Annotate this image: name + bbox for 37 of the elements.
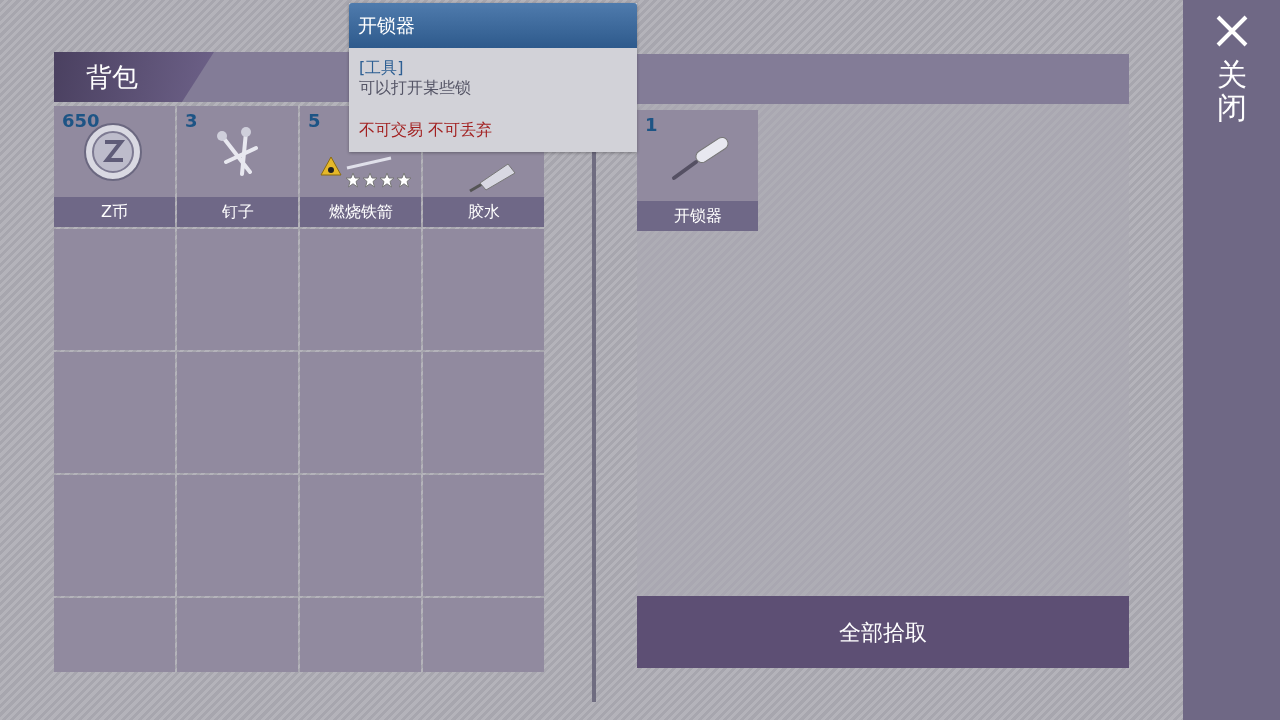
item-category: [工具] bbox=[359, 57, 405, 78]
empty-slot[interactable] bbox=[177, 475, 298, 596]
item-name: 燃烧铁箭 bbox=[300, 197, 421, 227]
empty-slot[interactable] bbox=[423, 229, 544, 350]
close-icon[interactable] bbox=[1214, 14, 1249, 48]
empty-slot[interactable] bbox=[54, 475, 175, 596]
empty-slot[interactable] bbox=[423, 475, 544, 596]
empty-slot[interactable] bbox=[177, 229, 298, 350]
item-name: 胶水 bbox=[423, 197, 544, 227]
empty-slot[interactable] bbox=[54, 352, 175, 473]
empty-slot[interactable] bbox=[300, 229, 421, 350]
empty-slot[interactable] bbox=[300, 352, 421, 473]
star-icon bbox=[345, 172, 361, 188]
item-count: 1 bbox=[645, 116, 658, 134]
star-icon bbox=[396, 172, 412, 188]
item-description: 可以打开某些锁 bbox=[359, 77, 472, 98]
item-slot[interactable]: 1 开锁器 bbox=[637, 110, 758, 231]
empty-slot[interactable] bbox=[54, 229, 175, 350]
take-all-button[interactable]: 全部拾取 bbox=[637, 596, 1129, 668]
item-name: 开锁器 bbox=[637, 201, 758, 231]
item-slot[interactable]: 650 Z币 bbox=[54, 106, 175, 227]
star-icon bbox=[362, 172, 378, 188]
empty-slot[interactable] bbox=[177, 352, 298, 473]
empty-slot[interactable] bbox=[423, 352, 544, 473]
item-count: 5 bbox=[308, 112, 321, 130]
item-count: 3 bbox=[185, 112, 198, 130]
fire-warning-icon bbox=[320, 156, 342, 176]
item-slot[interactable]: 3 钉子 bbox=[177, 106, 298, 227]
empty-slot[interactable] bbox=[300, 475, 421, 596]
item-name: Z币 bbox=[54, 197, 175, 227]
star-icon bbox=[379, 172, 395, 188]
backpack-tab[interactable]: 背包 bbox=[54, 52, 214, 102]
item-name: 钉子 bbox=[177, 197, 298, 227]
glue-icon bbox=[467, 161, 516, 193]
tooltip-title: 开锁器 bbox=[349, 3, 637, 48]
close-label[interactable]: 关闭 bbox=[1216, 58, 1247, 124]
item-count: 650 bbox=[62, 112, 100, 130]
